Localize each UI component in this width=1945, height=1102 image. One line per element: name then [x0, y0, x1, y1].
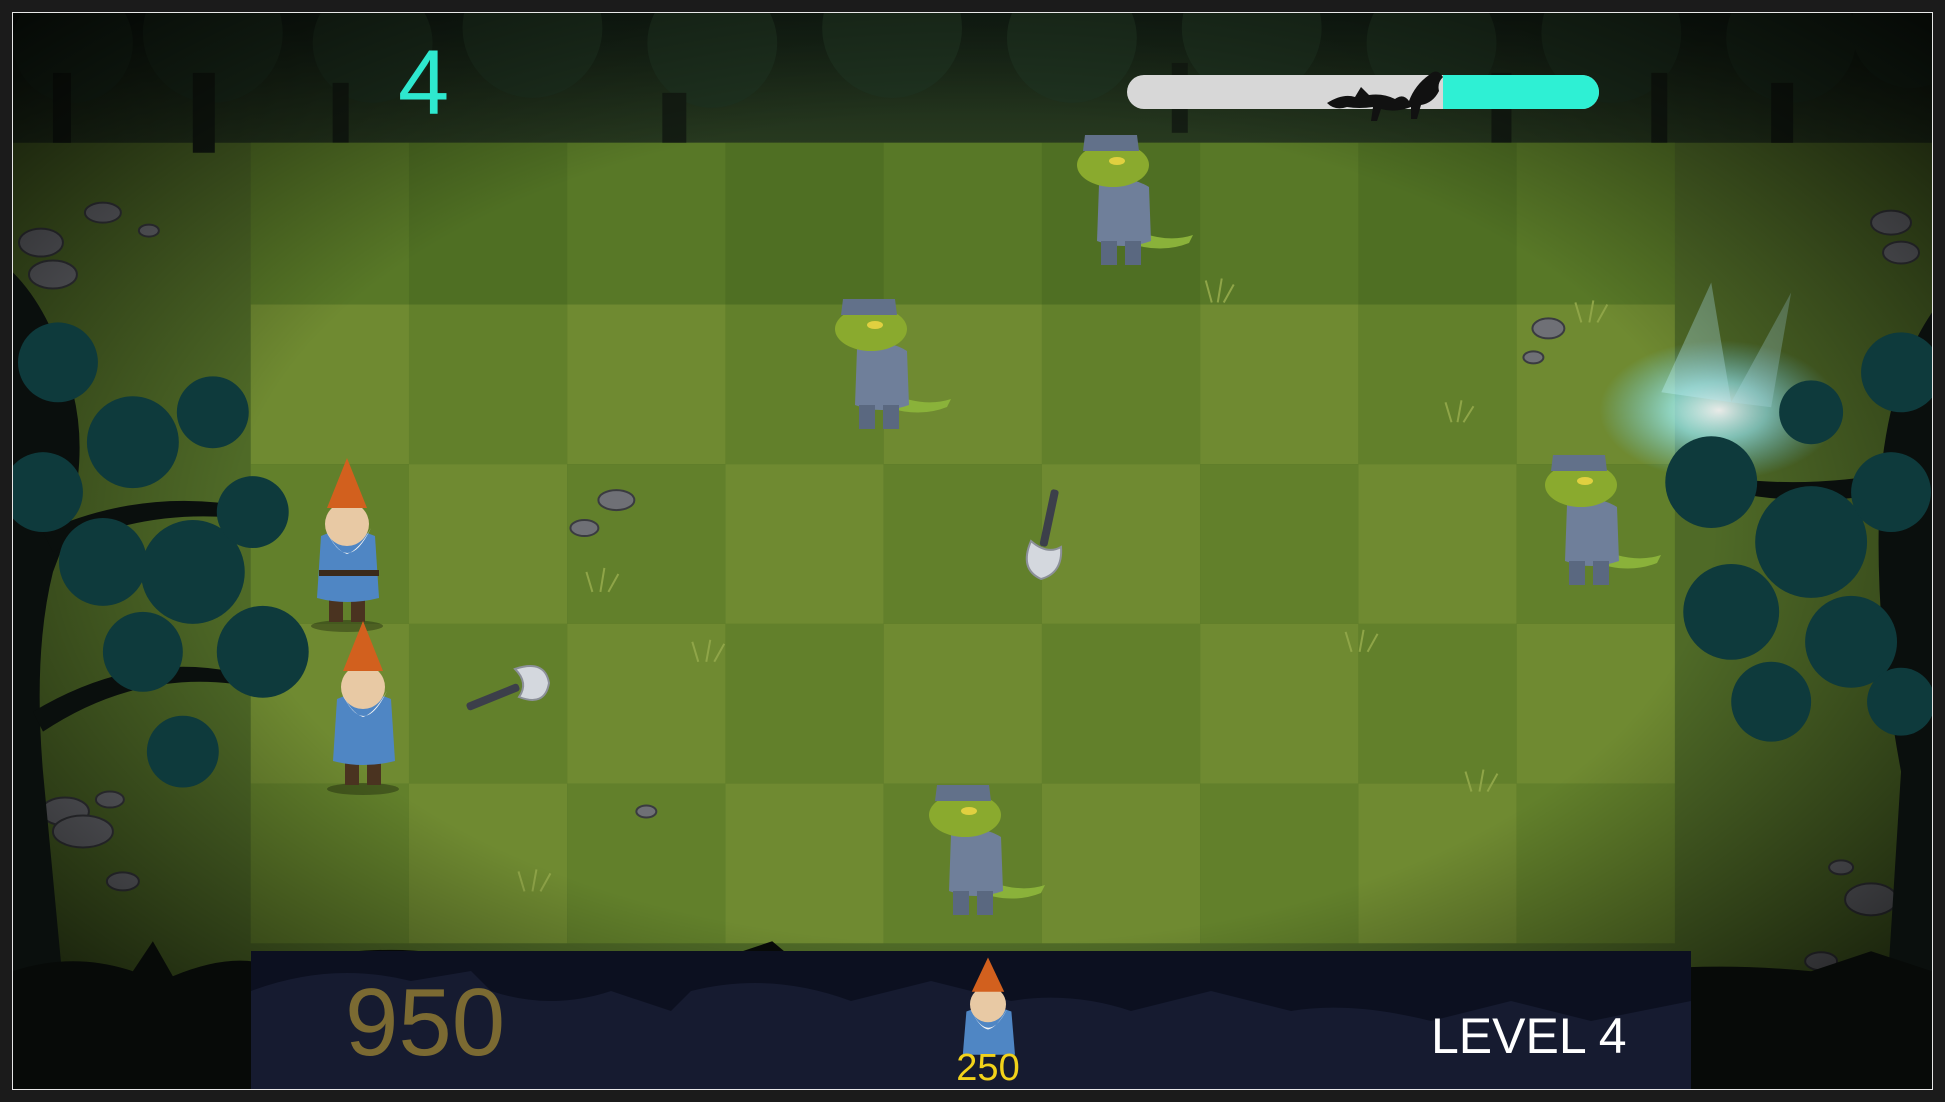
- gold-counter: 950: [345, 969, 506, 1076]
- lizard-soldier[interactable]: [915, 775, 1045, 925]
- lizard-soldier[interactable]: [821, 289, 951, 439]
- thrown-axe: [466, 665, 551, 711]
- shop-gnome-cost: 250: [956, 1047, 1020, 1089]
- level-label: LEVEL 4: [1431, 1008, 1627, 1064]
- gnome-defender[interactable]: [313, 621, 413, 796]
- gnome-defender[interactable]: [297, 458, 397, 633]
- lizard-soldier[interactable]: [1063, 125, 1193, 275]
- wolf-silhouette-icon: [1327, 71, 1443, 121]
- game-canvas[interactable]: 4 950 250 LEVEL 4: [12, 12, 1933, 1090]
- thrown-axe: [1025, 489, 1063, 581]
- wave-progress-fill: [1443, 75, 1599, 109]
- wave-counter: 4: [398, 32, 450, 134]
- shop-gnome-button[interactable]: [943, 957, 1033, 1057]
- lizard-soldier[interactable]: [1531, 445, 1661, 595]
